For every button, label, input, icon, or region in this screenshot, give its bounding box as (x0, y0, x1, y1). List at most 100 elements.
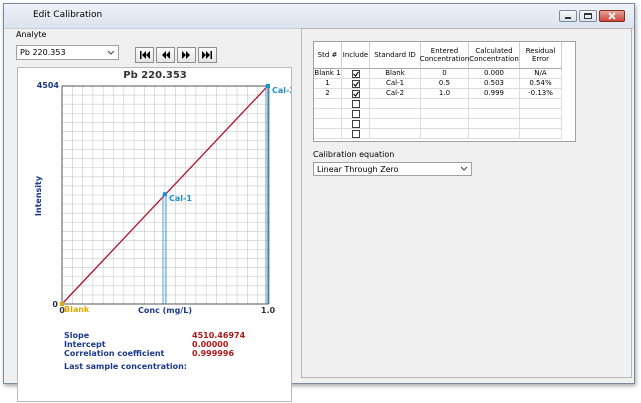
table-cell-entered: 1.0 (421, 89, 469, 99)
table-cell-entered (421, 119, 469, 129)
calibration-equation-label: Calibration equation (313, 150, 395, 159)
table-cell-std (314, 119, 342, 129)
table-cell-id (370, 109, 421, 119)
maximize-icon (584, 13, 592, 19)
table-cell-calculated (469, 119, 520, 129)
table-cell-error (520, 109, 562, 119)
checkmark-icon (353, 91, 359, 97)
include-checkbox[interactable] (352, 110, 360, 118)
table-cell-error: N/A (520, 69, 562, 79)
first-standard-button[interactable] (135, 47, 154, 63)
table-cell-error: -0.13% (520, 89, 562, 99)
right-panel: Std # Include Standard ID Entered Concentrat… (301, 28, 632, 378)
table-cell-id: Cal-1 (370, 79, 421, 89)
table-cell-entered (421, 129, 469, 139)
table-cell-std: 2 (314, 89, 342, 99)
plot-title: Pb 220.353 (123, 70, 187, 81)
include-checkbox[interactable] (352, 120, 360, 128)
standards-table: Std # Include Standard ID Entered Concentrat… (313, 41, 576, 142)
table-cell-calculated: 0.503 (469, 79, 520, 89)
checkmark-icon (353, 81, 359, 87)
last-standard-button[interactable] (198, 47, 217, 63)
skip-first-icon (140, 51, 150, 59)
next-standard-button[interactable] (177, 47, 196, 63)
calibration-equation-select[interactable]: Linear Through Zero (313, 162, 472, 176)
include-cell (342, 99, 370, 109)
include-cell (342, 69, 370, 79)
slope-value: 4510.46974 (192, 331, 246, 340)
table-cell-entered: 0 (421, 69, 469, 79)
analyte-label: Analyte (16, 30, 47, 39)
y-min-tick-label: 0 (52, 300, 58, 309)
data-point (163, 192, 167, 197)
y-max-tick-label: 4504 (37, 81, 60, 90)
table-cell-calculated: 0.000 (469, 69, 520, 79)
table-cell-id: Blank (370, 69, 421, 79)
column-header: Standard ID (370, 42, 421, 69)
column-header: Residual Error (520, 42, 562, 69)
data-point-label: Cal-1 (169, 194, 192, 203)
table-cell-error (520, 99, 562, 109)
column-header: Std # (314, 42, 342, 69)
table-cell-id (370, 119, 421, 129)
table-cell-entered (421, 99, 469, 109)
column-header: Entered Concentration (420, 42, 469, 69)
close-button[interactable] (599, 10, 625, 22)
include-checkbox[interactable] (352, 90, 360, 98)
intercept-label: Intercept (64, 340, 106, 349)
correlation-label: Correlation coefficient (64, 349, 165, 358)
include-cell (342, 79, 370, 89)
rewind-icon (162, 51, 170, 59)
window-title: Edit Calibration (33, 10, 103, 20)
calibration-equation-value: Linear Through Zero (317, 165, 399, 174)
x-max-tick-label: 1.0 (261, 306, 276, 315)
include-checkbox[interactable] (352, 80, 360, 88)
table-cell-std: Blank 1 (314, 69, 342, 79)
column-header: Include (342, 42, 370, 69)
table-cell-calculated (469, 99, 520, 109)
table-cell-std (314, 129, 342, 139)
table-cell-error (520, 129, 562, 139)
close-icon (608, 12, 616, 20)
last-sample-label: Last sample concentration: (64, 362, 187, 371)
fast-forward-icon (182, 51, 190, 59)
table-cell-std: 1 (314, 79, 342, 89)
skip-last-icon (202, 51, 212, 59)
slope-label: Slope (64, 331, 90, 340)
include-checkbox[interactable] (352, 130, 360, 138)
table-cell-error: 0.54% (520, 79, 562, 89)
data-point-label: Blank (64, 305, 90, 314)
maximize-button[interactable] (579, 10, 597, 22)
x-axis-label: Conc (mg/L) (138, 306, 192, 315)
previous-standard-button[interactable] (156, 47, 175, 63)
include-checkbox[interactable] (352, 100, 360, 108)
table-cell-entered (421, 109, 469, 119)
table-cell-std (314, 99, 342, 109)
table-cell-error (520, 119, 562, 129)
table-cell-calculated (469, 109, 520, 119)
data-point (266, 84, 270, 88)
intercept-value: 0.00000 (192, 340, 229, 349)
include-cell (342, 89, 370, 99)
title-bar[interactable]: Edit Calibration (4, 4, 634, 29)
edit-calibration-window: Edit Calibration Analyte Pb 220.353 Pb 2… (3, 3, 635, 402)
table-cell-std (314, 109, 342, 119)
correlation-value: 0.999996 (192, 349, 235, 358)
include-cell (342, 119, 370, 129)
left-panel: Analyte Pb 220.353 Pb 220.353 4504 0 Int… (14, 30, 295, 402)
chevron-down-icon (460, 166, 468, 171)
table-cell-entered: 0.5 (421, 79, 469, 89)
analyte-selected-value: Pb 220.353 (20, 48, 66, 57)
checkmark-icon (353, 71, 359, 77)
table-cell-calculated: 0.999 (469, 89, 520, 99)
minimize-icon (565, 17, 571, 19)
include-checkbox[interactable] (352, 70, 360, 78)
calibration-plot-panel: Pb 220.353 4504 0 Intensity 0 1.0 Conc (… (17, 67, 295, 402)
data-point-label: Cal-2 (272, 86, 291, 95)
minimize-button[interactable] (559, 10, 577, 22)
table-cell-calculated (469, 129, 520, 139)
include-cell (342, 109, 370, 119)
analyte-select[interactable]: Pb 220.353 (16, 45, 119, 60)
table-cell-id (370, 129, 421, 139)
chevron-down-icon (107, 50, 115, 55)
